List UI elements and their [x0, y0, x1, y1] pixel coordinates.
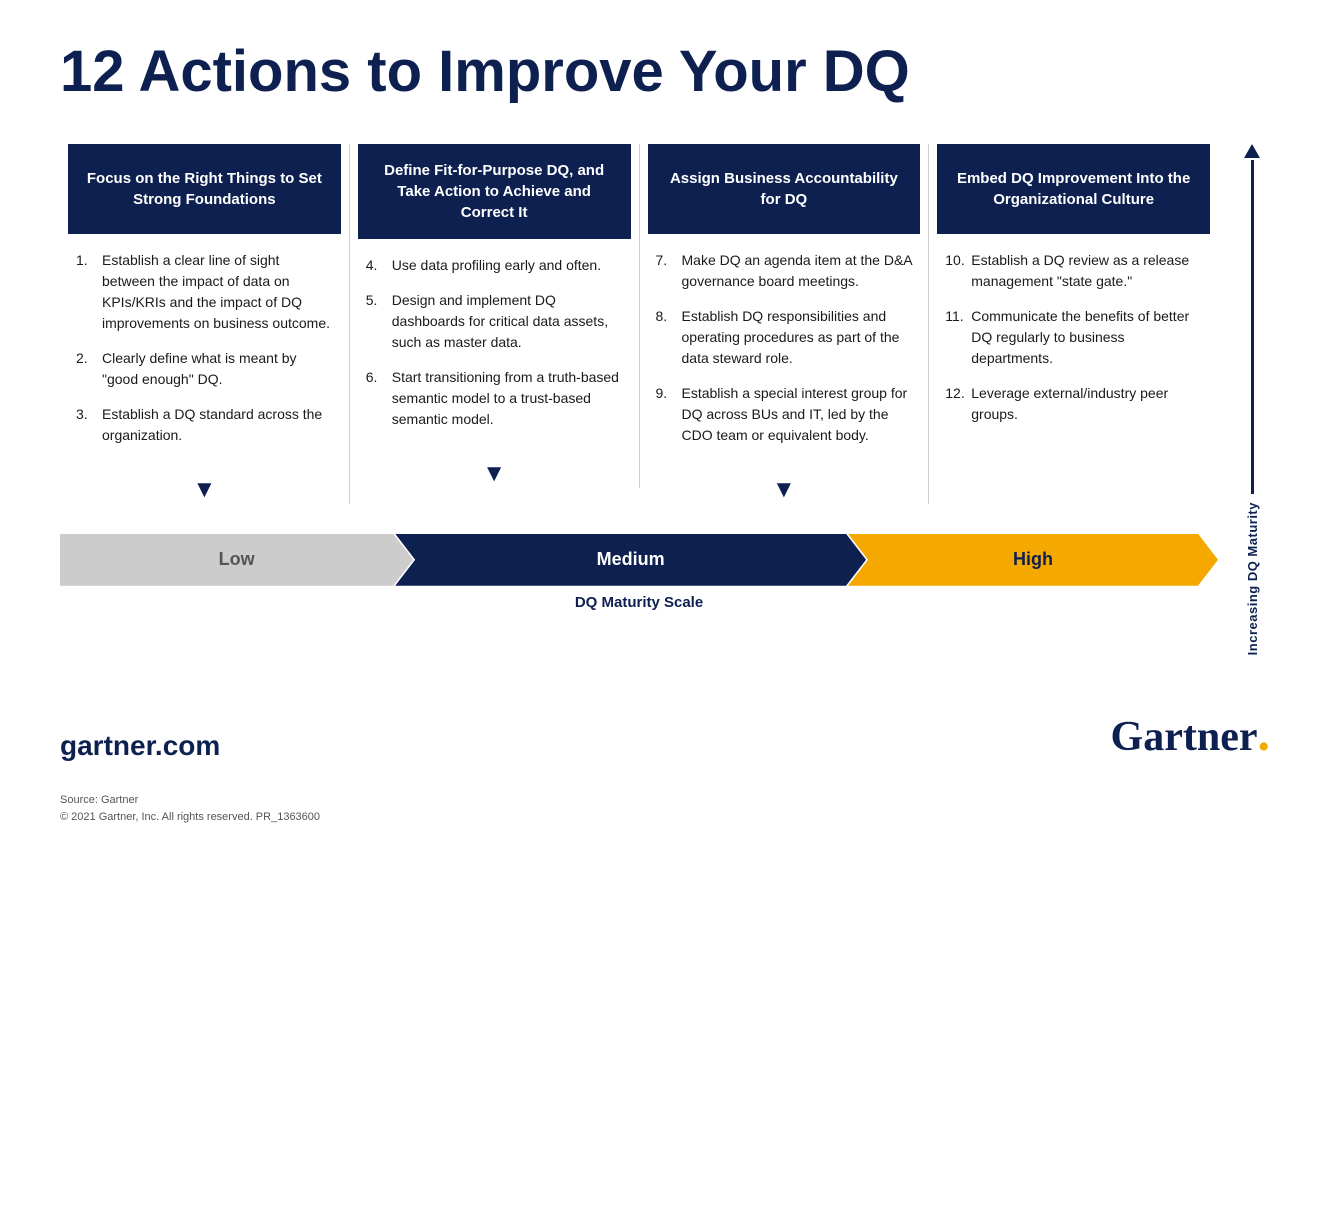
li-text: Communicate the benefits of better DQ re…	[971, 306, 1202, 369]
li-text: Establish a special interest group for D…	[682, 383, 913, 446]
column-1-content: 1.Establish a clear line of sight betwee…	[68, 234, 341, 460]
li-num: 5.	[366, 290, 386, 353]
column-2-content: 4. Use data profiling early and often. 5.…	[358, 239, 631, 444]
column-1-header: Focus on the Right Things to Set Strong …	[68, 144, 341, 234]
list-item: 1.Establish a clear line of sight betwee…	[76, 250, 333, 334]
li-text: Make DQ an agenda item at the D&A govern…	[682, 250, 913, 292]
source-line2: © 2021 Gartner, Inc. All rights reserved…	[60, 809, 1270, 827]
list-item: 8.Establish DQ responsibilities and oper…	[656, 306, 913, 369]
column-2-header: Define Fit-for-Purpose DQ, and Take Acti…	[358, 144, 631, 239]
column-1: Focus on the Right Things to Set Strong …	[60, 144, 350, 504]
side-arrow-container: Increasing DQ Maturity	[1234, 144, 1270, 664]
gartner-logo-text: Gartner	[1111, 714, 1258, 760]
footer-section: gartner.com Gartner.	[60, 704, 1270, 762]
column-4-content: 10. Establish a DQ review as a release ma…	[937, 234, 1210, 439]
li-text: Establish DQ responsibilities and operat…	[682, 306, 913, 369]
list-item: 11. Communicate the benefits of better DQ…	[945, 306, 1202, 369]
list-item: 4. Use data profiling early and often.	[366, 255, 623, 276]
maturity-scale-label: DQ Maturity Scale	[60, 594, 1218, 611]
li-text: Leverage external/industry peer groups.	[971, 383, 1202, 425]
columns-wrapper: Focus on the Right Things to Set Strong …	[60, 144, 1218, 664]
list-item: 5.Design and implement DQ dashboards for…	[366, 290, 623, 353]
gartner-logo-dot: .	[1258, 705, 1271, 761]
column-2: Define Fit-for-Purpose DQ, and Take Acti…	[350, 144, 640, 488]
footer-left: gartner.com	[60, 730, 220, 762]
list-item: 9.Establish a special interest group for…	[656, 383, 913, 446]
list-item: 12. Leverage external/industry peer group…	[945, 383, 1202, 425]
li-num: 6.	[366, 367, 386, 430]
li-num: 2.	[76, 348, 96, 390]
li-text: Establish a DQ standard across the organ…	[102, 404, 333, 446]
column-3-content: 7.Make DQ an agenda item at the D&A gove…	[648, 234, 921, 460]
list-item: 7.Make DQ an agenda item at the D&A gove…	[656, 250, 913, 292]
side-arrow-line	[1251, 160, 1254, 495]
li-num: 1.	[76, 250, 96, 334]
arrow-up-triangle	[1244, 144, 1260, 158]
source-line1: Source: Gartner	[60, 792, 1270, 810]
side-arrow-text: Increasing DQ Maturity	[1245, 502, 1260, 655]
li-text: Clearly define what is meant by "good en…	[102, 348, 333, 390]
column-4: Embed DQ Improvement Into the Organizati…	[929, 144, 1218, 439]
column-4-header: Embed DQ Improvement Into the Organizati…	[937, 144, 1210, 234]
li-text: Establish a DQ review as a release manag…	[971, 250, 1202, 292]
li-num: 10.	[945, 250, 965, 292]
li-num: 12.	[945, 383, 965, 425]
li-num: 11.	[945, 306, 965, 369]
li-num: 3.	[76, 404, 96, 446]
li-num: 9.	[656, 383, 676, 446]
column-3: Assign Business Accountability for DQ 7.…	[640, 144, 930, 504]
columns-row: Focus on the Right Things to Set Strong …	[60, 144, 1218, 504]
arrow-down-2: ▼	[358, 460, 631, 488]
column-3-header: Assign Business Accountability for DQ	[648, 144, 921, 234]
diagram-and-arrow: Focus on the Right Things to Set Strong …	[60, 144, 1270, 664]
li-text: Use data profiling early and often.	[392, 255, 601, 276]
li-text: Design and implement DQ dashboards for c…	[392, 290, 623, 353]
source-text: Source: Gartner © 2021 Gartner, Inc. All…	[60, 792, 1270, 827]
bar-medium: Medium	[395, 534, 866, 586]
list-item: 3.Establish a DQ standard across the org…	[76, 404, 333, 446]
li-num: 4.	[366, 255, 386, 276]
list-item: 10. Establish a DQ review as a release ma…	[945, 250, 1202, 292]
list-item: 6.Start transitioning from a truth-based…	[366, 367, 623, 430]
li-text: Start transitioning from a truth-based s…	[392, 367, 623, 430]
bar-low: Low	[60, 534, 413, 586]
li-num: 8.	[656, 306, 676, 369]
maturity-bar-container: Low Medium High	[60, 534, 1218, 586]
list-item: 2.Clearly define what is meant by "good …	[76, 348, 333, 390]
li-num: 7.	[656, 250, 676, 292]
gartner-logo: Gartner.	[1111, 704, 1270, 762]
li-text: Establish a clear line of sight between …	[102, 250, 333, 334]
gartner-url: gartner.com	[60, 730, 220, 762]
arrow-down-1: ▼	[68, 476, 341, 504]
bar-high: High	[848, 534, 1218, 586]
arrow-down-3: ▼	[648, 476, 921, 504]
main-title: 12 Actions to Improve Your DQ	[60, 40, 1270, 104]
